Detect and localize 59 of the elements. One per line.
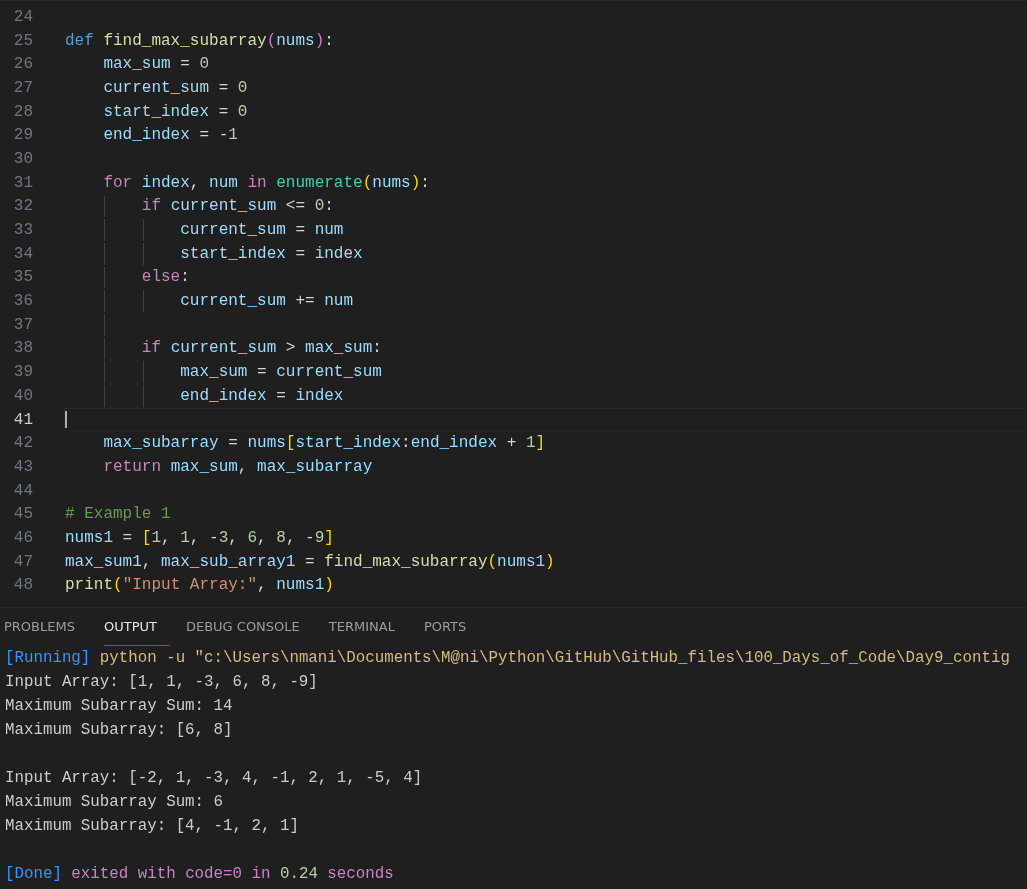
line-number: 29 bbox=[12, 126, 33, 145]
code-line: nums1 = [1, 1, -3, 6, 8, -9] bbox=[65, 528, 334, 547]
code-line: start_index = index bbox=[179, 244, 363, 263]
code-line: print("Input Array:", nums1) bbox=[65, 576, 334, 595]
code-line: def find_max_subarray(nums): bbox=[65, 31, 334, 50]
text-cursor bbox=[65, 410, 67, 429]
line-number: 36 bbox=[12, 292, 33, 311]
line-number: 42 bbox=[12, 434, 33, 453]
line-number: 33 bbox=[12, 221, 33, 240]
line-number: 24 bbox=[12, 7, 33, 26]
line-number: 34 bbox=[12, 244, 33, 263]
code-line: max_sum1, max_sub_array1 = find_max_subarray(nums1) bbox=[65, 552, 555, 571]
line-number: 30 bbox=[12, 149, 33, 168]
code-line: return max_sum, max_subarray bbox=[102, 457, 373, 476]
line-number: 48 bbox=[12, 576, 33, 595]
code-line: end_index = index bbox=[179, 386, 344, 405]
code-line: end_index = -1 bbox=[102, 126, 238, 145]
code-line: max_sum = current_sum bbox=[179, 363, 382, 382]
output-line: [Done] exited with code=0 in 0.24 seconds bbox=[5, 865, 394, 883]
line-number: 26 bbox=[12, 55, 33, 74]
line-number: 40 bbox=[12, 386, 33, 405]
panel-tab[interactable]: TERMINAL bbox=[328, 608, 408, 646]
output-line: Input Array: [1, 1, -3, 6, 8, -9] bbox=[5, 673, 318, 691]
panel-tab[interactable]: PROBLEMS bbox=[4, 608, 88, 646]
code-line: else: bbox=[140, 268, 190, 287]
line-number: 32 bbox=[12, 197, 33, 216]
output-line: Maximum Subarray Sum: 14 bbox=[5, 697, 233, 715]
line-number: 27 bbox=[12, 78, 33, 97]
line-number: 41 bbox=[12, 410, 33, 429]
code-line: for index, num in enumerate(nums): bbox=[102, 173, 430, 192]
line-number: 25 bbox=[12, 31, 33, 50]
code-line: max_subarray = nums[start_index:end_index + 1] bbox=[102, 434, 546, 453]
code-line: if current_sum > max_sum: bbox=[140, 339, 382, 358]
output-line: Input Array: [-2, 1, -3, 4, -1, 2, 1, -5, 4] bbox=[5, 769, 423, 787]
code-line: # Example 1 bbox=[65, 505, 171, 524]
line-number: 47 bbox=[12, 552, 33, 571]
panel-tab[interactable]: DEBUG CONSOLE bbox=[185, 608, 313, 646]
code-line: current_sum = num bbox=[179, 221, 344, 240]
line-number: 46 bbox=[12, 528, 33, 547]
code-line: max_sum = 0 bbox=[102, 55, 210, 74]
line-number: 31 bbox=[12, 173, 33, 192]
line-number: 37 bbox=[12, 315, 33, 334]
panel-tab[interactable]: OUTPUT bbox=[103, 608, 170, 646]
output-line: Maximum Subarray Sum: 6 bbox=[5, 793, 224, 811]
code-line: if current_sum <= 0: bbox=[140, 197, 334, 216]
output-line: Maximum Subarray: [6, 8] bbox=[5, 721, 233, 739]
code-line: start_index = 0 bbox=[102, 102, 248, 121]
line-number: 38 bbox=[12, 339, 33, 358]
code-line: current_sum += num bbox=[179, 292, 354, 311]
line-number: 39 bbox=[12, 363, 33, 382]
line-number: 43 bbox=[12, 457, 33, 476]
line-number: 35 bbox=[12, 268, 33, 287]
line-number: 44 bbox=[12, 481, 33, 500]
line-number: 28 bbox=[12, 102, 33, 121]
line-number: 45 bbox=[12, 505, 33, 524]
panel-tab[interactable]: PORTS bbox=[423, 608, 480, 646]
code-line: current_sum = 0 bbox=[102, 78, 248, 97]
output-line: Maximum Subarray: [4, -1, 2, 1] bbox=[5, 817, 299, 835]
output-line: [Running] python -u "c:\Users\nmani\Documents\M@ni\Python\GitHub\GitHub_files\100_Days_of_Code\Day9_contig bbox=[5, 649, 1010, 667]
